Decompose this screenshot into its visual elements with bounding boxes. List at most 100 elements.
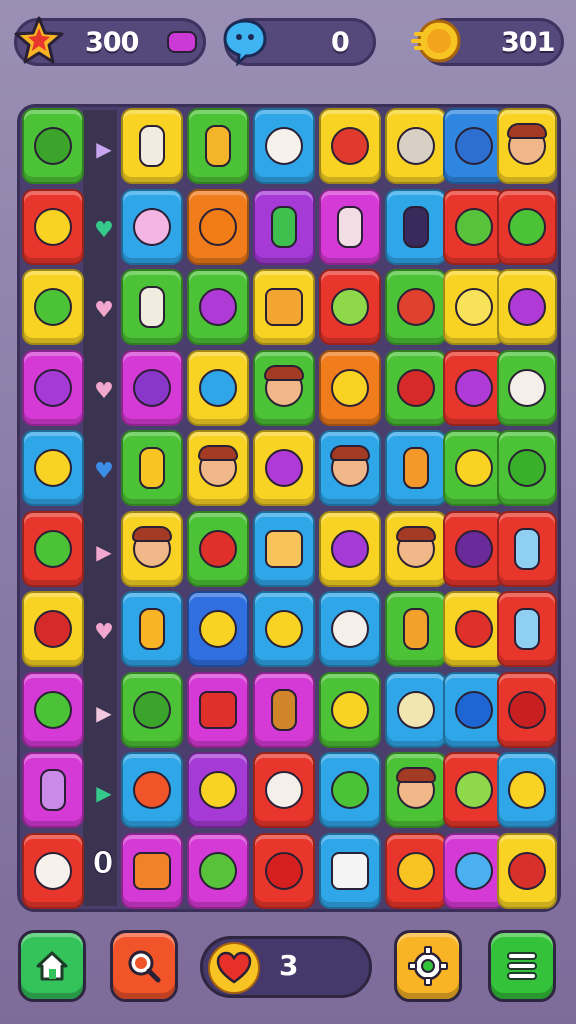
game-tile[interactable] xyxy=(22,672,84,748)
game-tile[interactable] xyxy=(121,752,183,828)
game-tile[interactable] xyxy=(187,833,249,909)
game-tile[interactable] xyxy=(187,511,249,587)
game-tile[interactable] xyxy=(443,511,505,587)
game-tile[interactable] xyxy=(443,430,505,506)
game-tile[interactable] xyxy=(253,269,315,345)
game-tile[interactable] xyxy=(22,269,84,345)
lemon-icon xyxy=(331,369,369,407)
game-tile[interactable] xyxy=(121,269,183,345)
game-tile[interactable] xyxy=(187,269,249,345)
game-tile[interactable] xyxy=(22,189,84,265)
game-tile[interactable] xyxy=(22,833,84,909)
game-tile[interactable] xyxy=(497,430,557,506)
settings-button[interactable] xyxy=(394,930,462,1002)
game-tile[interactable] xyxy=(443,752,505,828)
game-tile[interactable] xyxy=(22,752,84,828)
wine-bottle-icon xyxy=(403,206,429,248)
game-tile[interactable] xyxy=(385,108,447,184)
game-tile[interactable] xyxy=(22,108,84,184)
game-tile[interactable] xyxy=(253,752,315,828)
game-tile[interactable] xyxy=(497,752,557,828)
game-tile[interactable] xyxy=(187,672,249,748)
game-tile[interactable] xyxy=(319,350,381,426)
game-tile[interactable] xyxy=(385,511,447,587)
game-tile[interactable] xyxy=(253,430,315,506)
game-tile[interactable] xyxy=(22,350,84,426)
game-tile[interactable] xyxy=(443,269,505,345)
game-tile[interactable] xyxy=(22,430,84,506)
lane-counter: 0 xyxy=(92,846,114,882)
game-tile[interactable] xyxy=(497,189,557,265)
green-leaf-icon xyxy=(34,530,72,568)
salad-bowl-icon xyxy=(331,288,369,326)
game-tile[interactable] xyxy=(22,511,84,587)
home-button[interactable] xyxy=(18,930,86,1002)
game-tile[interactable] xyxy=(187,752,249,828)
game-tile[interactable] xyxy=(319,752,381,828)
game-tile[interactable] xyxy=(319,269,381,345)
game-tile[interactable] xyxy=(385,430,447,506)
game-tile[interactable] xyxy=(385,752,447,828)
menu-button[interactable] xyxy=(488,930,556,1002)
game-tile[interactable] xyxy=(187,189,249,265)
game-tile[interactable] xyxy=(319,833,381,909)
game-tile[interactable] xyxy=(497,591,557,667)
search-button[interactable] xyxy=(110,930,178,1002)
game-tile[interactable] xyxy=(319,108,381,184)
game-tile[interactable] xyxy=(497,833,557,909)
game-tile[interactable] xyxy=(443,591,505,667)
character-face-icon xyxy=(396,767,436,809)
game-tile[interactable] xyxy=(121,350,183,426)
ice-cream-cup-icon xyxy=(133,208,171,246)
game-tile[interactable] xyxy=(121,511,183,587)
game-tile[interactable] xyxy=(385,833,447,909)
game-tile[interactable] xyxy=(187,350,249,426)
game-tile[interactable] xyxy=(187,591,249,667)
game-tile[interactable] xyxy=(497,108,557,184)
game-tile[interactable] xyxy=(121,189,183,265)
game-tile[interactable] xyxy=(385,350,447,426)
game-tile[interactable] xyxy=(443,833,505,909)
game-tile[interactable] xyxy=(187,108,249,184)
game-tile[interactable] xyxy=(443,350,505,426)
bottom-toolbar: 3 xyxy=(0,928,576,1008)
game-tile[interactable] xyxy=(121,430,183,506)
game-tile[interactable] xyxy=(443,672,505,748)
game-tile[interactable] xyxy=(385,189,447,265)
game-tile[interactable] xyxy=(253,350,315,426)
game-tile[interactable] xyxy=(497,511,557,587)
glass-icon xyxy=(514,528,540,570)
game-tile[interactable] xyxy=(121,833,183,909)
game-tile[interactable] xyxy=(121,591,183,667)
game-tile[interactable] xyxy=(385,591,447,667)
cake-icon xyxy=(331,127,369,165)
game-tile[interactable] xyxy=(497,672,557,748)
game-tile[interactable] xyxy=(385,672,447,748)
game-tile[interactable] xyxy=(121,672,183,748)
cupcake-icon xyxy=(265,127,303,165)
game-tile[interactable] xyxy=(385,269,447,345)
game-tile[interactable] xyxy=(187,430,249,506)
carrot-icon xyxy=(133,771,171,809)
game-tile[interactable] xyxy=(253,189,315,265)
game-tile[interactable] xyxy=(319,511,381,587)
bottle-icon xyxy=(139,125,165,167)
game-tile[interactable] xyxy=(443,189,505,265)
game-tile[interactable] xyxy=(253,591,315,667)
game-tile[interactable] xyxy=(497,269,557,345)
game-tile[interactable] xyxy=(319,430,381,506)
game-tile[interactable] xyxy=(497,350,557,426)
game-tile[interactable] xyxy=(253,108,315,184)
lemon-icon xyxy=(397,852,435,890)
game-tile[interactable] xyxy=(253,511,315,587)
game-tile[interactable] xyxy=(121,108,183,184)
game-tile[interactable] xyxy=(253,672,315,748)
purple-apple-icon xyxy=(455,369,493,407)
game-tile[interactable] xyxy=(443,108,505,184)
game-tile[interactable] xyxy=(319,591,381,667)
game-tile[interactable] xyxy=(253,833,315,909)
grape-bunch-icon xyxy=(508,288,546,326)
game-tile[interactable] xyxy=(319,189,381,265)
game-tile[interactable] xyxy=(319,672,381,748)
game-tile[interactable] xyxy=(22,591,84,667)
